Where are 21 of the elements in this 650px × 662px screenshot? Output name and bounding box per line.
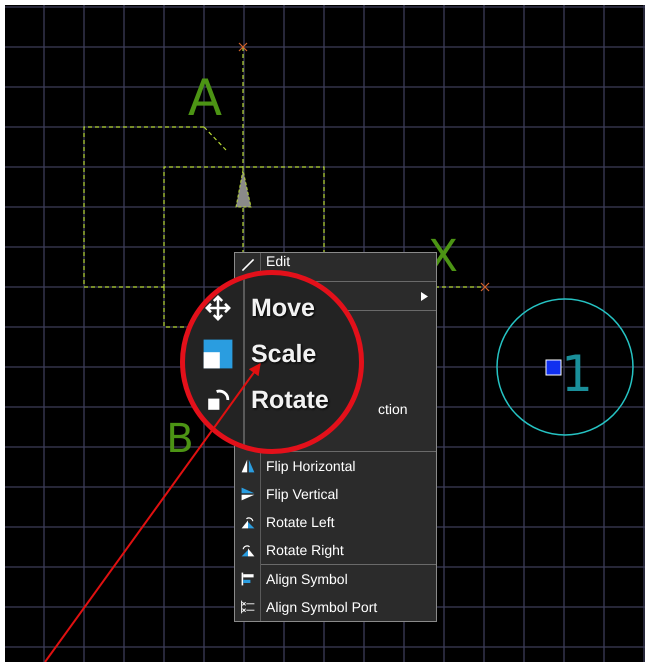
magnified-menu-text: Scale bbox=[250, 340, 316, 368]
pin-end-marker bbox=[480, 282, 490, 292]
menu-item[interactable]: Align Symbol Port bbox=[261, 599, 436, 615]
move-arrows-icon bbox=[204, 294, 232, 322]
flip-vertical-icon bbox=[240, 486, 256, 502]
menu-item-text: ction bbox=[378, 401, 408, 417]
menu-item[interactable]: Rotate Right bbox=[261, 542, 436, 558]
menu-item[interactable]: Flip Vertical bbox=[261, 486, 436, 502]
flip-horizontal-icon bbox=[240, 458, 256, 474]
menu-item[interactable]: Rotate Left bbox=[261, 514, 436, 530]
pin-end-marker bbox=[238, 42, 248, 52]
align-icon bbox=[240, 571, 256, 587]
pencil-icon bbox=[240, 257, 256, 273]
magnified-menu-text: Move bbox=[250, 294, 315, 322]
triangle-marker bbox=[235, 170, 252, 208]
magnified-menu-text: Rotate bbox=[250, 386, 329, 414]
align-port-icon bbox=[240, 599, 256, 615]
menu-item[interactable]: Align Symbol bbox=[261, 571, 436, 587]
selection-handle bbox=[546, 360, 562, 376]
menu-item[interactable]: Flip Horizontal bbox=[261, 458, 436, 474]
menu-item[interactable]: Edit bbox=[261, 253, 436, 269]
